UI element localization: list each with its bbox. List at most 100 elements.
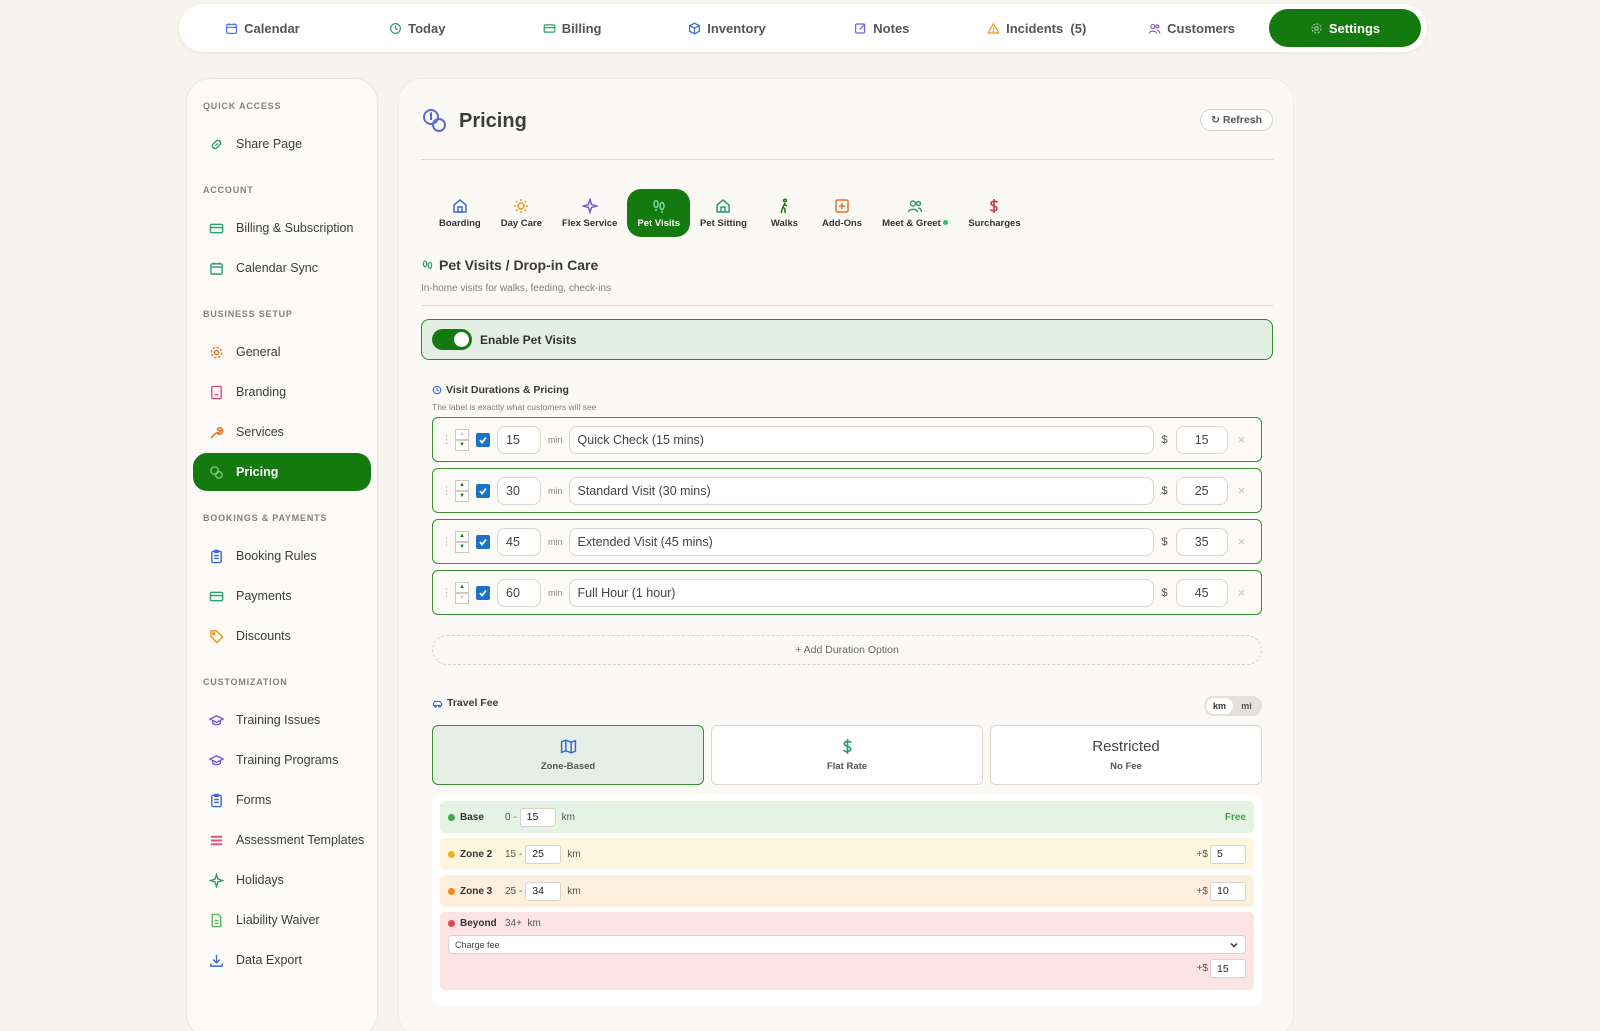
- add-duration-button[interactable]: + Add Duration Option: [432, 635, 1262, 665]
- drag-handle-icon[interactable]: ⋮⋮: [441, 535, 462, 548]
- move-down-button[interactable]: ▼: [455, 541, 469, 553]
- box-icon: [689, 22, 701, 34]
- settings-sidebar: QUICK ACCESS Share Page ACCOUNT Billing …: [186, 78, 378, 1031]
- zone-fee-input[interactable]: 5: [1210, 844, 1246, 864]
- minutes-input[interactable]: 60: [497, 578, 541, 607]
- fee-type-zone-based[interactable]: Zone-Based: [432, 725, 704, 785]
- sidebar-item-training-programs[interactable]: Training Programs: [193, 741, 371, 779]
- zone-name: Beyond: [460, 918, 497, 929]
- tab-walks[interactable]: Walks: [757, 189, 812, 237]
- tab-pet-sitting[interactable]: Pet Sitting: [690, 189, 757, 237]
- duration-enabled-checkbox[interactable]: [476, 585, 490, 600]
- duration-label-input[interactable]: Full Hour (1 hour): [568, 578, 1154, 607]
- sidebar-heading: CUSTOMIZATION: [203, 677, 288, 687]
- duration-label-input[interactable]: Quick Check (15 mins): [568, 425, 1154, 454]
- sidebar-heading: QUICK ACCESS: [203, 101, 282, 111]
- move-up-button[interactable]: ▲: [455, 428, 469, 440]
- tab-boarding[interactable]: Boarding: [429, 189, 491, 237]
- nav-incidents[interactable]: Incidents (5): [959, 9, 1114, 47]
- distance-unit-toggle: km mi: [1204, 696, 1262, 716]
- remove-icon[interactable]: ×: [1238, 483, 1246, 498]
- dollar-icon: [990, 198, 999, 213]
- move-down-button[interactable]: ▼: [455, 592, 469, 604]
- minutes-input[interactable]: 30: [497, 476, 541, 505]
- coins-icon: [210, 465, 223, 479]
- sidebar-item-label: Calendar Sync: [236, 261, 318, 275]
- sidebar-item-branding[interactable]: Branding: [193, 373, 371, 411]
- sidebar-item-holidays[interactable]: Holidays: [193, 861, 371, 899]
- refresh-button[interactable]: ↻ Refresh: [1200, 109, 1273, 131]
- nav-settings[interactable]: Settings: [1269, 9, 1422, 47]
- sidebar-item-billing-subscription[interactable]: Billing & Subscription: [193, 209, 371, 247]
- zone-from: 0 -: [505, 811, 517, 823]
- fee-type-restricted[interactable]: Restricted No Fee: [990, 725, 1262, 785]
- move-down-button[interactable]: ▼: [455, 439, 469, 451]
- duration-enabled-checkbox[interactable]: [476, 534, 490, 549]
- sidebar-item-forms[interactable]: Forms: [193, 781, 371, 819]
- drag-handle-icon[interactable]: ⋮⋮: [441, 586, 462, 599]
- duration-row: ⋮⋮ ▲ ▼ 15 min Quick Check (15 mins) $ 15 …: [432, 417, 1262, 462]
- sidebar-item-data-export[interactable]: Data Export: [193, 941, 371, 979]
- price-input[interactable]: 35: [1175, 527, 1228, 556]
- sidebar-item-discounts[interactable]: Discounts: [193, 617, 371, 655]
- unit-mi-button[interactable]: mi: [1233, 698, 1260, 714]
- fee-type-flat-rate[interactable]: Flat Rate: [711, 725, 983, 785]
- nav-calendar[interactable]: Calendar: [185, 9, 340, 47]
- zone-max-input[interactable]: 15: [519, 807, 556, 827]
- sidebar-item-share-page[interactable]: Share Page: [193, 125, 371, 163]
- travel-fee-title-text: Travel Fee: [447, 697, 499, 709]
- nav-notes[interactable]: Notes: [804, 9, 959, 47]
- price-input[interactable]: 25: [1175, 476, 1228, 505]
- zone-max-input[interactable]: 25: [525, 844, 562, 864]
- move-up-button[interactable]: ▲: [455, 581, 469, 593]
- nav-today[interactable]: Today: [340, 9, 495, 47]
- tab-add-ons[interactable]: Add-Ons: [812, 189, 872, 237]
- sidebar-item-calendar-sync[interactable]: Calendar Sync: [193, 249, 371, 287]
- zone-max-input[interactable]: 34: [525, 881, 562, 901]
- sidebar-item-pricing[interactable]: Pricing: [193, 453, 371, 491]
- sidebar-item-training-issues[interactable]: Training Issues: [193, 701, 371, 739]
- remove-icon[interactable]: ×: [1238, 432, 1246, 447]
- move-up-button[interactable]: ▲: [455, 479, 469, 491]
- duration-enabled-checkbox[interactable]: [476, 432, 490, 447]
- zone-fee-input[interactable]: 10: [1210, 881, 1246, 901]
- sidebar-item-payments[interactable]: Payments: [193, 577, 371, 615]
- remove-icon[interactable]: ×: [1238, 534, 1246, 549]
- zone-from: 15 -: [505, 848, 523, 860]
- price-input[interactable]: 15: [1175, 425, 1228, 454]
- drag-handle-icon[interactable]: ⋮⋮: [441, 433, 462, 446]
- duration-label-input[interactable]: Extended Visit (45 mins): [568, 527, 1154, 556]
- tab-pet-visits[interactable]: Pet Visits: [627, 189, 690, 237]
- sparkle-icon: [581, 197, 598, 214]
- move-up-button[interactable]: ▲: [455, 530, 469, 542]
- zone-unit: km: [567, 885, 581, 897]
- tab-day-care[interactable]: Day Care: [491, 189, 552, 237]
- sidebar-item-liability-waiver[interactable]: Liability Waiver: [193, 901, 371, 939]
- car-icon: [432, 700, 443, 708]
- move-down-button[interactable]: ▼: [455, 490, 469, 502]
- tab-flex-service[interactable]: Flex Service: [552, 189, 627, 237]
- sidebar-item-services[interactable]: Services: [193, 413, 371, 451]
- nav-customers[interactable]: Customers: [1114, 9, 1269, 47]
- minutes-input[interactable]: 45: [497, 527, 541, 556]
- price-input[interactable]: 45: [1175, 578, 1228, 607]
- tab-label: Walks: [770, 217, 799, 229]
- sidebar-item-assessment-templates[interactable]: Assessment Templates: [193, 821, 371, 859]
- duration-label-input[interactable]: Standard Visit (30 mins): [568, 476, 1154, 505]
- beyond-mode-select[interactable]: Charge fee: [448, 935, 1246, 954]
- beyond-fee-input[interactable]: 15: [1210, 959, 1246, 978]
- enable-pet-visits-toggle[interactable]: [432, 329, 472, 350]
- nav-inventory[interactable]: Inventory: [650, 9, 805, 47]
- drag-handle-icon[interactable]: ⋮⋮: [441, 484, 462, 497]
- remove-icon[interactable]: ×: [1238, 585, 1246, 600]
- tab-meet-greet[interactable]: Meet & Greet: [872, 189, 958, 237]
- duration-enabled-checkbox[interactable]: [476, 483, 490, 498]
- tab-label: Add-Ons: [821, 217, 863, 229]
- unit-km-button[interactable]: km: [1206, 698, 1233, 714]
- tab-surcharges[interactable]: Surcharges: [958, 189, 1030, 237]
- sidebar-item-general[interactable]: General: [193, 333, 371, 371]
- zone-row-beyond: Beyond 34+ km Charge fee +$ 15: [440, 912, 1254, 990]
- sidebar-item-booking-rules[interactable]: Booking Rules: [193, 537, 371, 575]
- minutes-input[interactable]: 15: [497, 425, 541, 454]
- nav-billing[interactable]: Billing: [495, 9, 650, 47]
